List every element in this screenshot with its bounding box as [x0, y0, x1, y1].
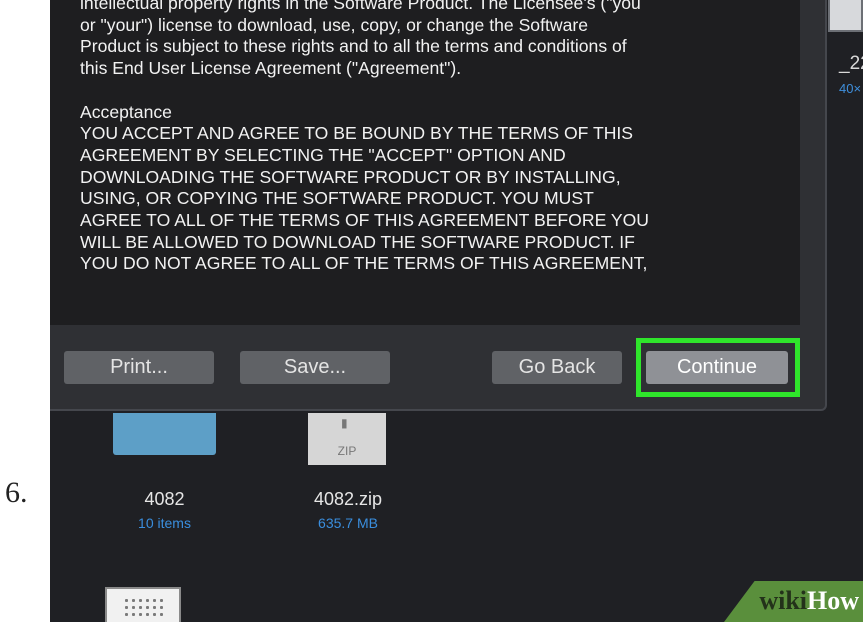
wikihow-watermark: wikiHow: [724, 581, 863, 622]
zip-archive-icon[interactable]: ▮ ZIP: [308, 413, 386, 465]
desktop-thumbnail-bottom[interactable]: [105, 587, 181, 622]
license-dialog: intellectual property rights in the Soft…: [50, 0, 827, 411]
wikihow-logo: wikiHow: [759, 586, 859, 615]
folder-detail: 10 items: [138, 515, 191, 531]
thumbnail-preview: [123, 597, 163, 617]
desktop-item-detail-right: 40×: [839, 81, 862, 96]
zip-file-size: 635.7 MB: [318, 515, 378, 531]
desktop-thumbnail-right[interactable]: [828, 0, 863, 32]
step-number: 6.: [5, 476, 28, 509]
go-back-button[interactable]: Go Back: [492, 351, 622, 384]
folder-icon[interactable]: [113, 413, 216, 455]
zip-icon-label: ZIP: [337, 444, 357, 458]
folder-name[interactable]: 4082: [113, 489, 216, 510]
desktop-item-label-right: _22: [839, 53, 863, 74]
license-text-area[interactable]: intellectual property rights in the Soft…: [50, 0, 800, 325]
license-text: intellectual property rights in the Soft…: [80, 0, 650, 274]
print-button[interactable]: Print...: [64, 351, 214, 384]
zipper-icon: ▮: [341, 416, 348, 430]
continue-highlight-box: [636, 338, 800, 397]
desktop-screen: _22 40× intellectual property rights in …: [50, 0, 863, 622]
save-button[interactable]: Save...: [240, 351, 390, 384]
zip-file-name[interactable]: 4082.zip: [290, 489, 406, 510]
